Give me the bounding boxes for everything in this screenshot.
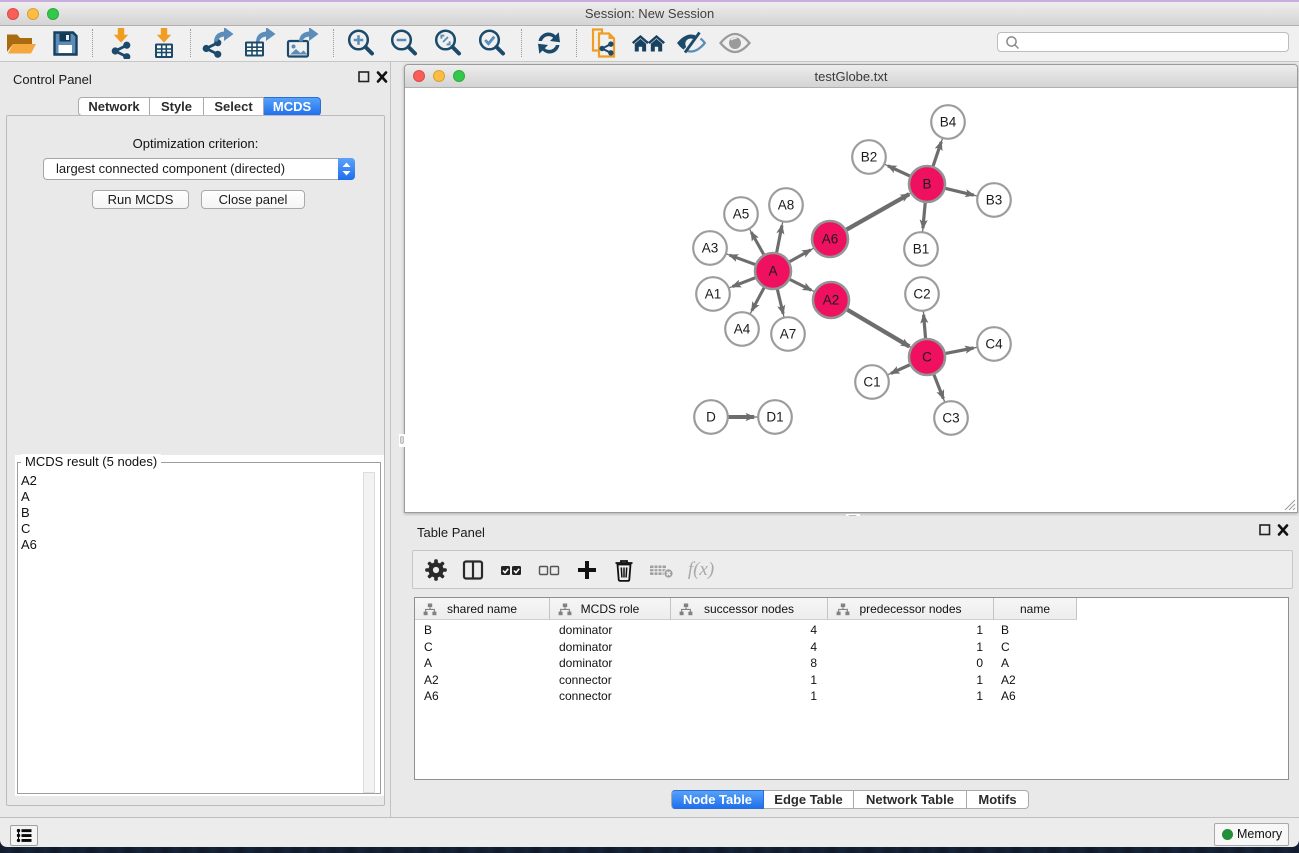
svg-text:D1: D1 [766, 410, 783, 425]
svg-text:A1: A1 [705, 287, 722, 302]
svg-text:C3: C3 [942, 411, 959, 426]
svg-text:B4: B4 [940, 115, 957, 130]
svg-text:B1: B1 [913, 242, 930, 257]
svg-text:A5: A5 [733, 207, 750, 222]
svg-text:C2: C2 [913, 287, 930, 302]
svg-text:A4: A4 [734, 322, 751, 337]
svg-text:D: D [706, 410, 716, 425]
svg-text:A2: A2 [823, 293, 840, 308]
svg-text:C4: C4 [985, 337, 1003, 352]
svg-text:C1: C1 [863, 375, 880, 390]
svg-text:A: A [768, 264, 777, 279]
svg-text:C: C [922, 350, 932, 365]
svg-text:A3: A3 [702, 241, 719, 256]
svg-text:B: B [922, 177, 931, 192]
svg-text:A8: A8 [778, 198, 795, 213]
svg-text:B3: B3 [986, 193, 1003, 208]
svg-text:A6: A6 [822, 232, 839, 247]
svg-text:B2: B2 [861, 150, 878, 165]
svg-text:A7: A7 [780, 327, 797, 342]
